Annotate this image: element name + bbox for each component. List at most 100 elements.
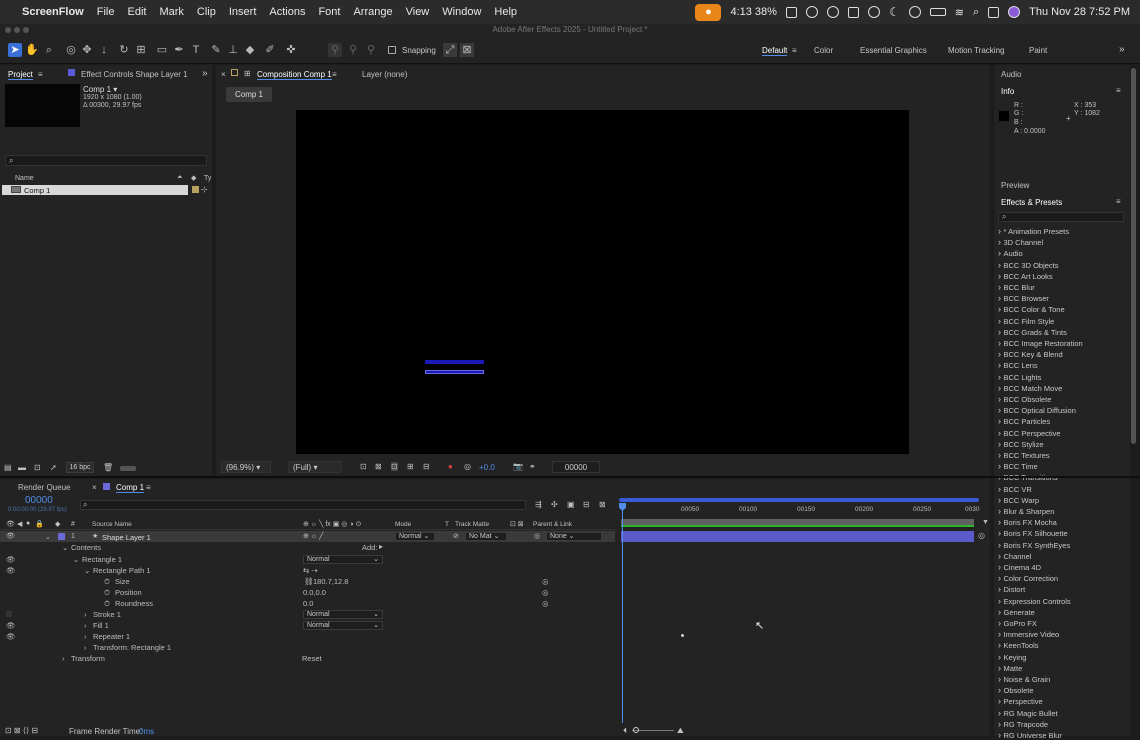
microphone-icon[interactable]: ● [695,3,722,21]
play-icon[interactable] [867,6,880,18]
comp-title[interactable]: Comp 1 ▾ [83,85,117,94]
guides-icon[interactable]: ⊞ [407,462,414,471]
screen-icon[interactable] [785,6,797,18]
effects-category-item[interactable]: › RG Magic Bullet [998,708,1058,718]
view-options-icon[interactable]: ⊟ [423,462,430,471]
col-type[interactable]: Ty [204,175,211,182]
effects-category-item[interactable]: › BCC VR [998,484,1032,494]
comp-end-marker-icon[interactable]: ▼ [982,519,989,526]
pick-whip-icon[interactable]: ◎ [534,532,540,540]
trect-toggle-icon[interactable]: › [84,643,87,654]
fill-toggle-icon[interactable]: › [84,621,87,632]
window-icon[interactable] [847,6,859,18]
workspace-color[interactable]: Color [814,46,833,55]
effects-scrollbar[interactable] [1131,68,1136,444]
world-axis-icon[interactable]: ⚲ [346,43,360,57]
mask-visibility-icon[interactable]: ⊡ [391,462,398,471]
thumbnail-slider[interactable] [120,466,136,471]
workspace-paint[interactable]: Paint [1029,46,1047,55]
effects-category-item[interactable]: › Perspective [998,696,1043,706]
siri-icon[interactable] [1008,6,1021,18]
layer-switch-icons[interactable]: ⊕ ☼ ╱ [303,532,323,540]
effects-category-item[interactable]: › BCC Stylize [998,439,1044,449]
menu-window[interactable]: Window [442,6,481,18]
add-menu-icon[interactable]: ▸ [379,542,383,553]
size-stopwatch-icon[interactable]: ⏱ [104,577,110,588]
snapshot-icon[interactable]: 📷 [513,462,523,471]
show-snapshot-icon[interactable]: ⚭ [529,462,536,471]
info-panel-title[interactable]: Info [1001,87,1014,96]
effects-category-item[interactable]: › BCC Grads & Tints [998,327,1067,337]
layer-row[interactable]: 👁 ⌄ 1 ★ Shape Layer 1 ⊕ ☼ ╱ Normal ⌄ ⊘ N… [0,531,615,542]
menu-font[interactable]: Font [318,6,340,18]
track-matte-link-icon[interactable]: ⊘ [453,532,459,540]
clock[interactable]: Thu Nov 28 7:52 PM [1029,6,1130,18]
menu-actions[interactable]: Actions [269,6,305,18]
search-icon[interactable]: ⌕ [973,6,979,19]
effects-category-item[interactable]: › BCC Perspective [998,428,1061,438]
app-menu[interactable]: ScreenFlow [22,6,84,18]
workspace-default[interactable]: Default [762,46,788,56]
effects-category-item[interactable]: › BCC Image Restoration [998,338,1083,348]
effects-category-item[interactable]: › Noise & Grain [998,674,1050,684]
effects-category-item[interactable]: › 3D Channel [998,237,1043,247]
stroke-mode-dropdown[interactable]: Normal ⌄ [303,610,383,619]
zoom-in-icon[interactable]: ⛰ [677,726,684,736]
effects-category-item[interactable]: › BCC 3D Objects [998,260,1059,270]
parent-dropdown[interactable]: None ⌄ [546,532,602,541]
clock-icon[interactable] [908,6,921,18]
zoom-window-icon[interactable] [23,27,29,33]
exposure-value[interactable]: +0.0 [479,463,495,472]
panel-more-icon[interactable]: » [202,68,208,79]
position-stopwatch-icon[interactable]: ⏱ [104,588,110,599]
tab-render-queue[interactable]: Render Queue [18,483,70,492]
close-timeline-tab-icon[interactable]: × [92,483,97,492]
effects-category-item[interactable]: › BCC Match Move [998,383,1062,393]
fill-mode-dropdown[interactable]: Normal ⌄ [303,621,383,630]
rectpath-label[interactable]: Rectangle Path 1 [93,566,151,577]
col-number[interactable]: # [71,521,75,528]
menu-mark[interactable]: Mark [159,6,183,18]
menu-insert[interactable]: Insert [229,6,257,18]
item-label-color[interactable] [192,186,199,193]
info-menu-icon[interactable]: ≡ [1116,86,1121,95]
graph-editor-icon[interactable]: ⊠ [599,500,606,509]
rectpath-visibility-icon[interactable]: 👁 [6,566,16,577]
col-name[interactable]: Name [15,175,34,182]
timeline-menu-icon[interactable]: ≡ [146,483,151,492]
project-item-row[interactable]: Comp 1 [2,185,188,195]
label-icon[interactable]: ◆ [191,174,196,182]
layer-switches-toggle-icon[interactable]: ⊡ ⊠ ⟨⟩ ⊟ [5,726,38,735]
effects-category-item[interactable]: › Distort [998,584,1025,594]
effects-category-item[interactable]: › * Animation Presets [998,226,1069,236]
time-ruler[interactable]: 00050 00100 00150 00200 00250 0030 [619,503,979,517]
effects-category-item[interactable]: › BCC Blur [998,282,1035,292]
render-icon[interactable]: ➚ [50,463,57,472]
pen-tool-icon[interactable]: ✒ [172,43,186,57]
workspace-menu-icon[interactable]: ≡ [792,46,797,55]
transform-toggle-icon[interactable]: › [62,654,65,665]
type-tool-icon[interactable]: T [189,43,203,57]
pan-tool-icon[interactable]: ✥ [80,43,94,57]
tab-menu-icon[interactable]: ≡ [38,70,43,79]
rect1-mode-dropdown[interactable]: Normal ⌄ [303,555,383,564]
rect1-visibility-icon[interactable]: 👁 [6,555,16,566]
battery-status[interactable]: 4:13 38% [730,6,776,18]
av-switches-icon[interactable]: 👁 [6,520,15,528]
wifi-icon[interactable]: ≋ [955,6,964,19]
eraser-tool-icon[interactable]: ◆ [243,43,257,57]
close-tab-icon[interactable]: × [221,70,226,79]
dolly-tool-icon[interactable]: ↓ [97,43,111,57]
effects-category-item[interactable]: › Channel [998,551,1031,561]
trash-icon[interactable]: 🗑 [103,463,113,472]
reset-exposure-icon[interactable]: ◎ [464,462,471,471]
stroke-visibility-off[interactable] [6,611,12,617]
layer-switches-icon[interactable]: ⊕ ☼ ╲ fx ▣ ◎ ◑ ⊙ [303,520,361,528]
comp-mini-flowchart-icon[interactable]: ⇶ [535,500,542,509]
comp-viewer-canvas[interactable] [296,110,909,454]
effects-category-item[interactable]: › BCC Optical Diffusion [998,405,1076,415]
repeater-visibility-icon[interactable]: 👁 [6,632,16,643]
col-t[interactable]: T [445,521,449,528]
current-time-field[interactable]: 00000 [552,461,600,473]
effects-category-item[interactable]: › Color Correction [998,573,1058,583]
